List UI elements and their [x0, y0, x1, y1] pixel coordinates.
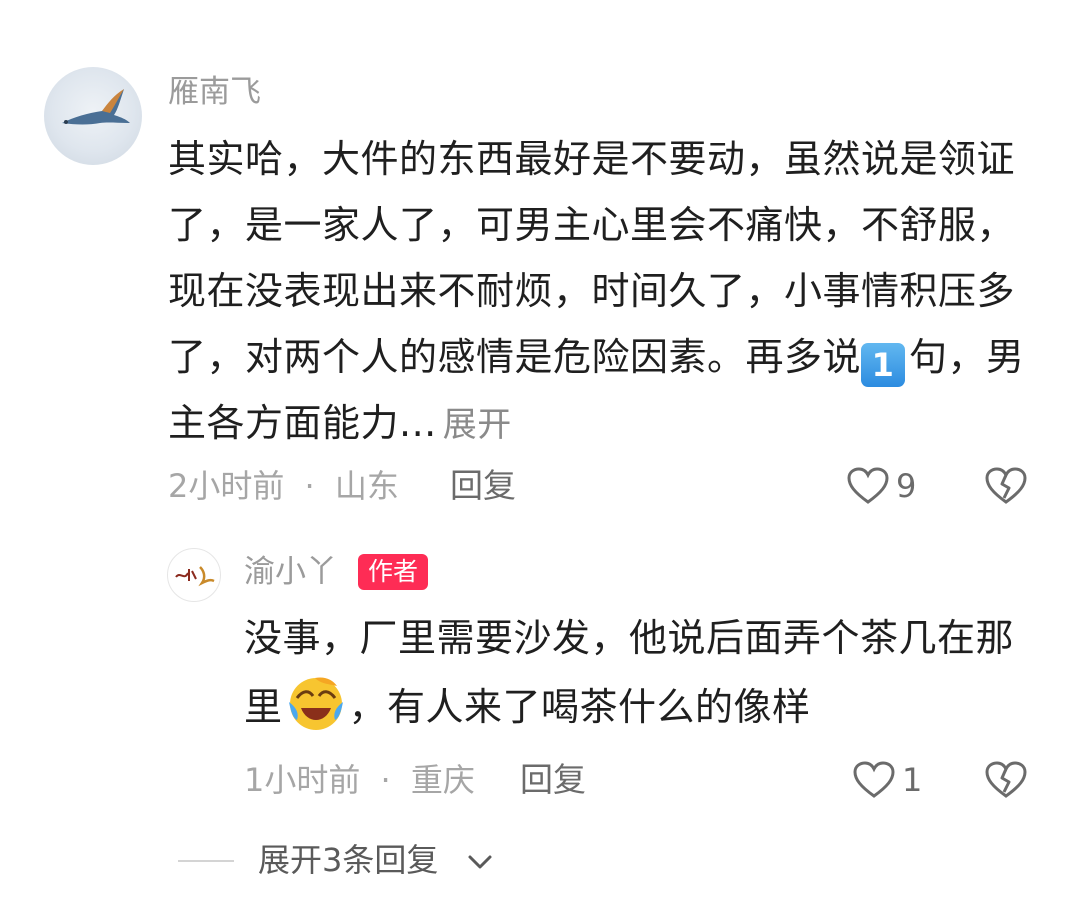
laughing-crying-emoji-icon [288, 677, 343, 730]
comment-time: 2小时前 [168, 467, 285, 505]
calligraphy-avatar-icon [175, 566, 215, 587]
broken-heart-icon[interactable] [984, 466, 1028, 506]
reply-button[interactable]: 回复 [450, 462, 516, 510]
reply-button[interactable]: 回复 [520, 756, 586, 804]
heart-outline-icon[interactable] [852, 760, 896, 800]
meta-separator: · [380, 761, 391, 799]
reply-username[interactable]: 渝小丫 [244, 548, 337, 596]
expand-comment-link[interactable]: 展开 [443, 405, 512, 445]
heart-outline-icon[interactable] [846, 466, 890, 506]
like-count: 9 [896, 467, 917, 505]
user-avatar[interactable] [44, 67, 142, 165]
author-badge: 作者 [358, 554, 429, 590]
reply-avatar[interactable] [167, 548, 221, 602]
comment-meta: 2小时前 · 山东 [168, 462, 399, 510]
comment-text: 其实哈，大件的东西最好是不要动，虽然说是领证了，是一家人了，可男主心里会不痛快，… [168, 126, 1038, 458]
reply-time: 1小时前 [244, 761, 361, 799]
reply-text-part2: ，有人来了喝茶什么的像样 [348, 685, 811, 729]
number-one-emoji-icon: 1 [861, 343, 906, 387]
comment-location: 山东 [334, 467, 399, 505]
expand-replies-button[interactable]: 展开3条回复 [258, 836, 438, 884]
comment-username[interactable]: 雁南飞 [168, 68, 261, 116]
reply-location: 重庆 [410, 761, 475, 799]
meta-separator: · [304, 467, 315, 505]
divider-line [178, 860, 234, 862]
broken-heart-icon[interactable] [984, 760, 1028, 800]
bird-avatar-icon [62, 89, 130, 125]
chevron-down-icon[interactable] [466, 852, 494, 872]
like-count: 1 [902, 761, 923, 799]
reply-text: 没事，厂里需要沙发，他说后面弄个茶几在那里 ，有人来了喝茶什么的像样 [244, 604, 1044, 741]
reply-meta: 1小时前 · 重庆 [244, 756, 475, 804]
comment-thread: 雁南飞 其实哈，大件的东西最好是不要动，虽然说是领证了，是一家人了，可男主心里会… [0, 0, 1080, 914]
